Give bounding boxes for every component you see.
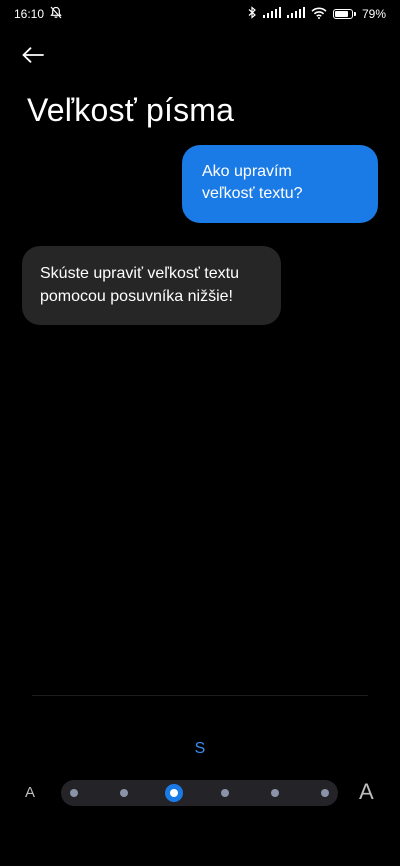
preview-reply-message: Skúste upraviť veľkosť textu pomocou pos… <box>22 246 281 325</box>
battery-percent: 79% <box>361 7 386 21</box>
signal-icon <box>262 7 281 21</box>
notifications-off-icon <box>50 6 62 22</box>
slider-step[interactable] <box>70 789 78 797</box>
divider <box>32 695 368 696</box>
small-font-icon: A <box>25 784 36 801</box>
status-bar-right: 79% <box>248 6 386 22</box>
current-font-size-label: S <box>194 740 206 757</box>
font-size-slider[interactable] <box>61 780 338 806</box>
back-button[interactable] <box>22 40 62 74</box>
page-title: Veľkosť písma <box>27 92 235 128</box>
slider-thumb[interactable] <box>165 784 184 802</box>
wifi-icon <box>311 7 327 22</box>
arrow-left-icon <box>22 46 44 68</box>
bluetooth-icon <box>248 6 257 22</box>
slider-step[interactable] <box>270 789 279 797</box>
large-font-icon: A <box>359 779 374 804</box>
signal-icon <box>286 7 305 21</box>
status-bar: 16:10 79% <box>0 0 400 28</box>
status-time: 16:10 <box>14 7 45 21</box>
status-bar-left: 16:10 <box>14 6 62 22</box>
slider-step[interactable] <box>220 789 229 797</box>
battery-level-fill <box>334 11 348 17</box>
battery-icon <box>332 9 356 19</box>
font-size-settings-screen: 16:10 79% Veľkosť písma Ako upravím veľk… <box>0 0 400 866</box>
slider-thumb-center <box>170 789 179 797</box>
slider-step[interactable] <box>321 789 329 797</box>
slider-step[interactable] <box>120 789 129 797</box>
preview-user-message: Ako upravím veľkosť textu? <box>182 145 378 223</box>
